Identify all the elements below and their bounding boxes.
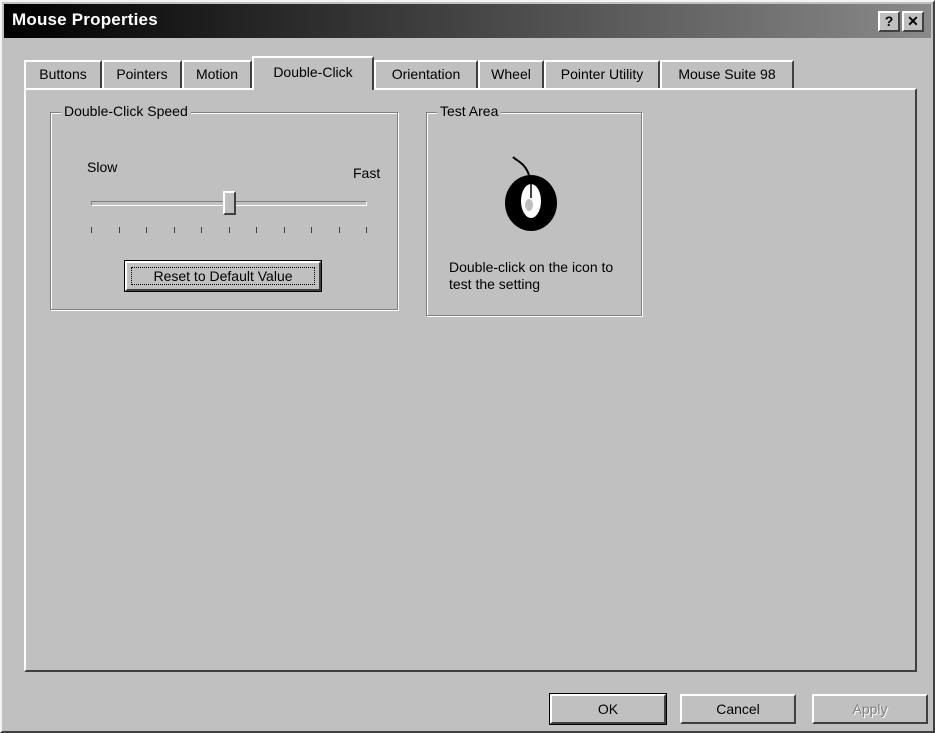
tab-pointers[interactable]: Pointers xyxy=(102,60,182,88)
tab-mouse-suite-98[interactable]: Mouse Suite 98 xyxy=(660,60,794,88)
fast-label: Fast xyxy=(353,165,381,181)
speed-slider-tick xyxy=(311,227,312,233)
ok-button[interactable]: OK xyxy=(550,694,666,724)
speed-slider-tick xyxy=(146,227,147,233)
speed-slider-thumb[interactable] xyxy=(223,191,236,215)
speed-slider-tick xyxy=(339,227,340,233)
speed-slider-tick xyxy=(284,227,285,233)
tab-panel-double-click: Double-Click Speed Slow Fast Reset to De… xyxy=(24,88,917,672)
tab-pointer-utility[interactable]: Pointer Utility xyxy=(544,60,660,88)
focus-rectangle xyxy=(131,267,315,285)
speed-slider-tick xyxy=(119,227,120,233)
slow-label: Slow xyxy=(87,159,118,175)
reset-to-default-button[interactable]: Reset to Default Value xyxy=(125,261,321,291)
test-area-instruction: Double-click on the icon to test the set… xyxy=(449,259,614,292)
tab-wheel[interactable]: Wheel xyxy=(478,60,544,88)
tab-motion[interactable]: Motion xyxy=(182,60,252,88)
speed-slider-ticks xyxy=(91,227,367,233)
mouse-icon[interactable] xyxy=(495,153,565,233)
tab-double-click[interactable]: Double-Click xyxy=(252,56,374,90)
window-title: Mouse Properties xyxy=(12,10,158,29)
speed-slider-tick xyxy=(366,227,367,233)
speed-slider-tick xyxy=(201,227,202,233)
close-button[interactable]: ✕ xyxy=(902,11,924,32)
speed-slider-tick xyxy=(256,227,257,233)
tab-buttons[interactable]: Buttons xyxy=(24,60,102,88)
help-button[interactable]: ? xyxy=(878,11,900,32)
tab-orientation[interactable]: Orientation xyxy=(374,60,478,88)
speed-slider-tick xyxy=(174,227,175,233)
cancel-button[interactable]: Cancel xyxy=(680,694,796,724)
test-area-group: Test Area Double-click on the icon to te… xyxy=(426,103,642,316)
apply-button[interactable]: Apply xyxy=(812,694,928,724)
speed-slider-tick xyxy=(91,227,92,233)
double-click-speed-label: Double-Click Speed xyxy=(61,103,191,119)
mouse-properties-window: Mouse Properties ? ✕ Buttons Pointers Mo… xyxy=(0,0,935,733)
double-click-speed-group: Double-Click Speed Slow Fast Reset to De… xyxy=(50,103,398,310)
test-area-label: Test Area xyxy=(437,103,502,119)
title-bar: Mouse Properties ? ✕ xyxy=(4,4,931,38)
speed-slider-tick xyxy=(229,227,230,233)
